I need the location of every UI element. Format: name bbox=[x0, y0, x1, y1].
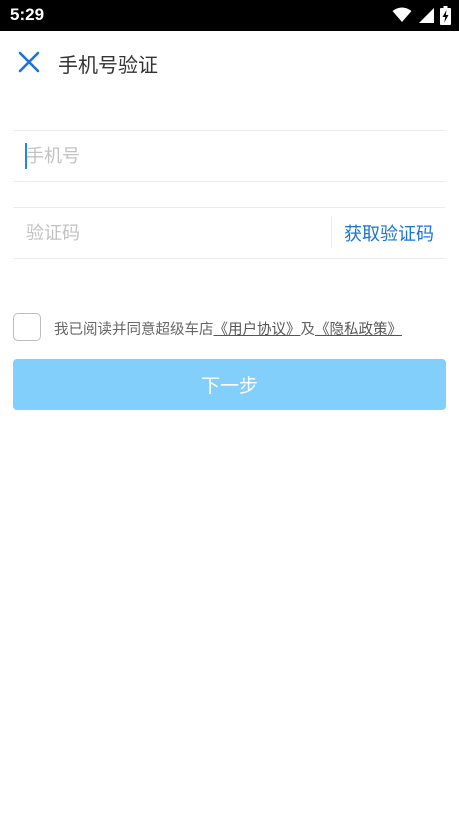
divider bbox=[13, 181, 445, 182]
agreement-conjunction: 及 bbox=[300, 322, 316, 338]
privacy-policy-link[interactable]: 《隐私政策》 bbox=[315, 322, 402, 338]
close-icon bbox=[18, 51, 40, 73]
vertical-divider bbox=[331, 216, 332, 248]
agreement-checkbox[interactable] bbox=[13, 313, 41, 341]
verification-code-input[interactable] bbox=[26, 215, 316, 251]
app-bar: 手机号验证 bbox=[0, 31, 459, 93]
status-bar: 5:29 bbox=[0, 0, 459, 31]
phone-input[interactable] bbox=[26, 138, 436, 174]
divider bbox=[13, 130, 445, 131]
wifi-icon bbox=[392, 7, 412, 22]
close-button[interactable] bbox=[12, 45, 46, 79]
battery-charging-icon bbox=[440, 5, 451, 25]
text-cursor bbox=[25, 143, 27, 169]
get-code-button[interactable]: 获取验证码 bbox=[344, 220, 434, 246]
user-agreement-link[interactable]: 《用户协议》 bbox=[214, 322, 301, 338]
status-time: 5:29 bbox=[10, 5, 45, 24]
agreement-prefix: 我已阅读并同意超级车店 bbox=[54, 322, 214, 338]
divider bbox=[13, 258, 445, 259]
divider bbox=[13, 207, 445, 208]
page-title: 手机号验证 bbox=[58, 53, 158, 77]
status-icons bbox=[392, 5, 451, 25]
signal-icon bbox=[419, 8, 434, 23]
agreement-text: 我已阅读并同意超级车店《用户协议》及《隐私政策》 bbox=[54, 318, 402, 339]
next-button[interactable]: 下一步 bbox=[13, 359, 446, 410]
